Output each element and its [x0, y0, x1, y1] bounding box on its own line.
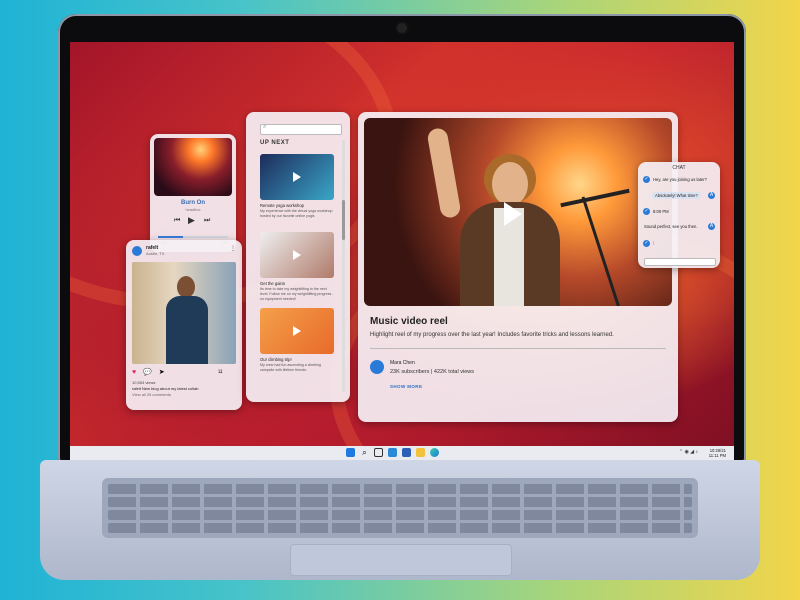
share-icon[interactable]: ➤	[159, 369, 165, 376]
file-explorer-icon[interactable]	[416, 448, 425, 457]
play-icon[interactable]: ▶	[188, 215, 195, 226]
play-icon[interactable]	[504, 202, 522, 226]
play-icon	[293, 326, 301, 336]
featured-video-panel: Music video reel Highlight reel of my pr…	[358, 112, 678, 422]
chat-widget: CHAT ✓ Hey, are you joining us later? Ab…	[638, 162, 720, 268]
video-title: Music video reel	[370, 316, 448, 327]
webcam	[395, 21, 409, 35]
avatar: ✓	[643, 240, 650, 247]
keyboard	[102, 478, 698, 538]
mic-stand	[581, 196, 622, 306]
edge-icon[interactable]	[430, 448, 439, 457]
heart-icon[interactable]: ♥	[132, 369, 136, 376]
post-location: Austin, TX	[146, 251, 165, 256]
avatar: A	[708, 192, 715, 199]
video-player[interactable]	[364, 118, 672, 306]
comment-icon[interactable]: 💬	[143, 369, 152, 376]
more-options-icon[interactable]: ⋮	[230, 245, 236, 252]
video-thumbnail[interactable]	[260, 154, 334, 200]
video-title: Get the gains	[260, 281, 285, 286]
next-track-icon[interactable]: ⏭	[204, 217, 210, 225]
up-next-panel: ⌕ UP NEXT Remote yoga workshop My experi…	[246, 112, 350, 402]
video-description: My crew had fun ascending a climbing cam…	[260, 363, 321, 372]
video-description: Its time to take my weightlifting to the…	[260, 287, 334, 301]
chat-message: Hey, are you joining us later?	[653, 177, 707, 182]
windows-logo-icon[interactable]	[346, 448, 355, 457]
clock[interactable]: 10:28/21 11:11 PM	[709, 448, 726, 458]
avatar: A	[708, 223, 715, 230]
laptop-lid: Burn On headline ⏮ ▶ ⏭ 1:12 3:41 rafelt …	[58, 14, 746, 464]
previous-track-icon[interactable]: ⏮	[174, 217, 180, 225]
video-thumbnail[interactable]	[260, 308, 334, 354]
taskbar: ⌕ ⌃ ◉ ◢ ♪ 10:28/21 11:11 PM	[70, 446, 734, 460]
divider	[370, 348, 666, 349]
chat-input[interactable]	[644, 258, 716, 266]
social-post-widget: rafelt Austin, TX ⋮ ♥ 💬 ➤ ⌑ 10,553 views…	[126, 240, 242, 410]
post-photo[interactable]	[132, 262, 236, 364]
task-view-icon[interactable]	[374, 448, 383, 457]
typing-indicator: ⁞	[653, 241, 655, 246]
laptop-base	[40, 460, 760, 580]
track-artist: headline	[185, 207, 201, 212]
clock-date: 11:11 PM	[708, 453, 726, 458]
widgets-icon[interactable]	[388, 448, 397, 457]
video-description: My experience with the virtual yoga work…	[260, 209, 333, 218]
post-actions: ♥ 💬 ➤ ⌑	[132, 368, 222, 376]
avatar: ✓	[643, 208, 650, 215]
track-title: Burn On	[181, 200, 205, 206]
system-tray[interactable]: ⌃ ◉ ◢ ♪	[679, 449, 698, 455]
video-thumbnail[interactable]	[260, 232, 334, 278]
video-description: Highlight reel of my progress over the l…	[370, 332, 614, 338]
music-player-widget: Burn On headline ⏮ ▶ ⏭ 1:12 3:41	[150, 134, 236, 252]
list-item[interactable]: Remote yoga workshop My experience with …	[260, 154, 334, 219]
view-comments-link[interactable]: View all 25 comments	[132, 392, 171, 397]
list-item[interactable]: Our climbing trip! My crew had fun ascen…	[260, 308, 334, 373]
chat-message: Absolutely! What time?	[652, 192, 701, 199]
singer-head	[492, 162, 528, 206]
person-figure	[166, 276, 208, 364]
scrollbar[interactable]	[342, 140, 345, 392]
list-item[interactable]: Get the gains Its time to take my weight…	[260, 232, 334, 302]
trackpad	[290, 544, 512, 576]
up-next-heading: UP NEXT	[260, 140, 290, 146]
album-art	[154, 138, 232, 196]
channel-name[interactable]: Mara Chen	[390, 360, 415, 366]
avatar: ✓	[643, 176, 650, 183]
microphone	[560, 188, 630, 208]
video-title: Remote yoga workshop	[260, 203, 304, 208]
post-views: 10,553 views	[132, 380, 156, 385]
desktop-screen: Burn On headline ⏮ ▶ ⏭ 1:12 3:41 rafelt …	[70, 42, 734, 460]
channel-stats: 23K subscribers | 422K total views	[390, 369, 474, 375]
bookmark-icon[interactable]: ⌑	[219, 369, 223, 376]
avatar[interactable]	[132, 246, 142, 256]
chat-header: CHAT	[672, 165, 686, 171]
search-input[interactable]: ⌕	[260, 124, 342, 135]
avatar[interactable]	[370, 360, 384, 374]
search-icon[interactable]: ⌕	[360, 448, 369, 457]
store-icon[interactable]	[402, 448, 411, 457]
progress-bar[interactable]	[158, 236, 228, 238]
post-caption: rafelt New blog about my latest collab	[132, 386, 199, 391]
search-icon: ⌕	[263, 124, 267, 130]
show-more-button[interactable]: SHOW MORE	[390, 384, 422, 389]
video-title: Our climbing trip!	[260, 357, 292, 362]
chat-message: 8:00 PM	[653, 209, 669, 214]
chat-message: Sound perfect, see you then.	[644, 224, 698, 229]
play-icon	[293, 172, 301, 182]
singer-arm	[426, 126, 462, 220]
progress-fill	[158, 236, 183, 238]
play-icon	[293, 250, 301, 260]
